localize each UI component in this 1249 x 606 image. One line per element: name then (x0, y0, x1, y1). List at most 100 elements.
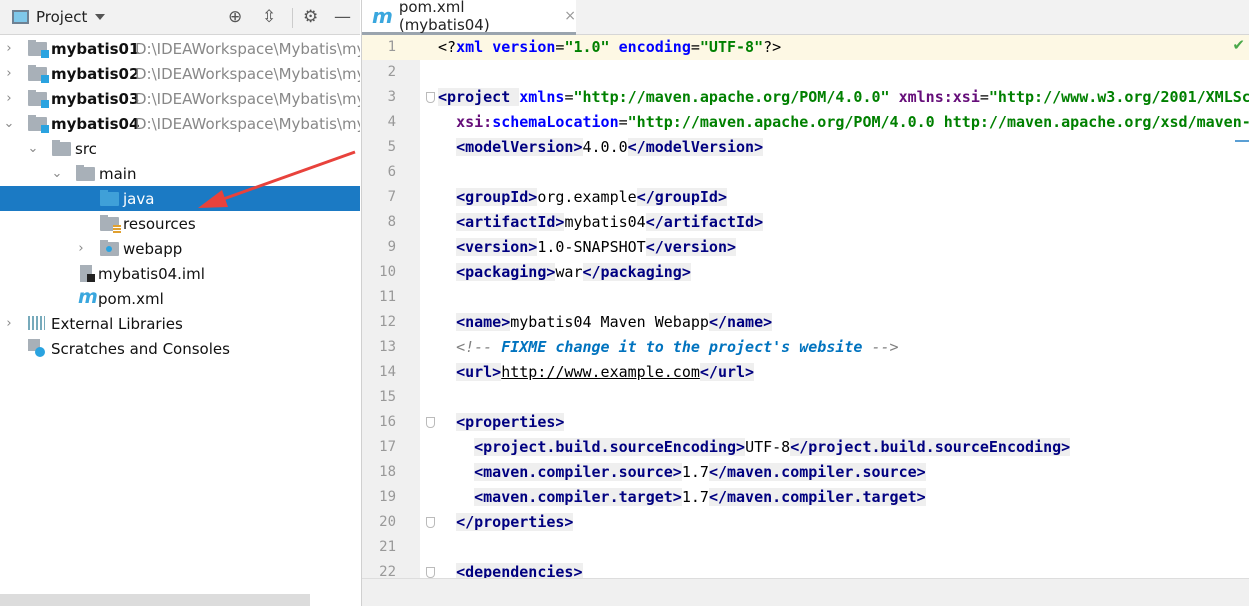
code-line[interactable]: 13 <!-- FIXME change it to the project's… (362, 335, 1249, 360)
token-str: "UTF-8" (699, 38, 764, 56)
close-tab-icon[interactable]: × (564, 8, 576, 24)
token-text: UTF-8 (745, 438, 791, 456)
tree-item-mybatis04[interactable]: ⌄ mybatis04 D:\IDEAWorkspace\Mybatis\my (0, 111, 360, 136)
line-number[interactable]: 8 (362, 210, 396, 235)
chevron-right-icon[interactable]: › (2, 316, 16, 331)
line-number[interactable]: 19 (362, 485, 396, 510)
line-number[interactable]: 13 (362, 335, 396, 360)
locate-icon[interactable]: ⊕ (228, 8, 242, 26)
line-number[interactable]: 17 (362, 435, 396, 460)
code-line[interactable]: 20 </properties> (362, 510, 1249, 535)
tree-item-external-libraries[interactable]: › External Libraries (0, 311, 360, 336)
project-view-selector[interactable]: Project (36, 8, 87, 26)
tree-item-webapp[interactable]: › webapp (0, 236, 360, 261)
line-number[interactable]: 4 (362, 110, 396, 135)
line-number[interactable]: 14 (362, 360, 396, 385)
token-tag: </modelVersion> (627, 138, 764, 156)
fold-marker-icon[interactable] (426, 417, 435, 428)
tree-item-path: D:\IDEAWorkspace\Mybatis\my (135, 64, 360, 83)
collapse-all-icon[interactable]: ⇳ (262, 8, 276, 26)
code-text: <modelVersion>4.0.0</modelVersion> (438, 135, 764, 160)
code-line[interactable]: 7 <groupId>org.example</groupId> (362, 185, 1249, 210)
code-line[interactable]: 2 (362, 60, 1249, 85)
code-line[interactable]: 21 (362, 535, 1249, 560)
chevron-down-icon[interactable]: ⌄ (2, 116, 16, 131)
token-tag: <project.build.sourceEncoding> (474, 438, 746, 456)
horizontal-scrollbar[interactable] (0, 594, 310, 606)
token-text: 1.7 (681, 463, 709, 481)
line-number[interactable]: 21 (362, 535, 396, 560)
code-line[interactable]: 14 <url>http://www.example.com</url> (362, 360, 1249, 385)
code-line[interactable]: 9 <version>1.0-SNAPSHOT</version> (362, 235, 1249, 260)
line-number[interactable]: 10 (362, 260, 396, 285)
code-text: <url>http://www.example.com</url> (438, 360, 755, 385)
code-line[interactable]: 18 <maven.compiler.source>1.7</maven.com… (362, 460, 1249, 485)
line-number[interactable]: 16 (362, 410, 396, 435)
code-line[interactable]: 15 (362, 385, 1249, 410)
tree-item-mybatis01[interactable]: › mybatis01 D:\IDEAWorkspace\Mybatis\my (0, 36, 360, 61)
line-number[interactable]: 7 (362, 185, 396, 210)
tree-item-scratches-and-consoles[interactable]: Scratches and Consoles (0, 336, 360, 361)
line-number[interactable]: 15 (362, 385, 396, 410)
line-number[interactable]: 12 (362, 310, 396, 335)
line-number[interactable]: 3 (362, 85, 396, 110)
code-line[interactable]: 19 <maven.compiler.target>1.7</maven.com… (362, 485, 1249, 510)
code-line[interactable]: 12 <name>mybatis04 Maven Webapp</name> (362, 310, 1249, 335)
code-line[interactable]: 11 (362, 285, 1249, 310)
line-number[interactable]: 22 (362, 560, 396, 578)
chevron-right-icon[interactable]: › (74, 241, 88, 256)
tree-item-main[interactable]: ⌄ main (0, 161, 360, 186)
chevron-down-icon[interactable]: ⌄ (50, 166, 64, 181)
code-line[interactable]: 17 <project.build.sourceEncoding>UTF-8</… (362, 435, 1249, 460)
tree-item-java[interactable]: java (0, 186, 360, 211)
chevron-right-icon[interactable]: › (2, 41, 16, 56)
token-tag: </groupId> (636, 188, 727, 206)
code-line[interactable]: 6 (362, 160, 1249, 185)
code-line[interactable]: 3 <project xmlns = "http://maven.apache.org… (362, 85, 1249, 110)
line-number[interactable]: 2 (362, 60, 396, 85)
chevron-down-icon[interactable]: ⌄ (26, 141, 40, 156)
tree-item-pom-xml[interactable]: m pom.xml (0, 286, 360, 311)
code-line[interactable]: 4 xsi:schemaLocation="http://maven.apach… (362, 110, 1249, 135)
minimize-icon[interactable]: — (334, 8, 351, 26)
code-line[interactable]: 1 <?xml version="1.0" encoding="UTF-8"?> (362, 35, 1249, 60)
chevron-down-icon[interactable] (95, 14, 106, 20)
tree-item-resources[interactable]: resources (0, 211, 360, 236)
code-line[interactable]: 8 <artifactId>mybatis04</artifactId> (362, 210, 1249, 235)
line-number[interactable]: 9 (362, 235, 396, 260)
fold-marker-icon[interactable] (426, 567, 435, 578)
tree-item-mybatis03[interactable]: › mybatis03 D:\IDEAWorkspace\Mybatis\my (0, 86, 360, 111)
gear-icon[interactable]: ⚙ (303, 8, 318, 26)
fold-marker-icon[interactable] (426, 92, 435, 103)
tree-item-src[interactable]: ⌄ src (0, 136, 360, 161)
no-problems-check-icon[interactable]: ✔ (1232, 36, 1245, 54)
fold-marker-icon[interactable] (426, 517, 435, 528)
code-editor[interactable]: 1 <?xml version="1.0" encoding="UTF-8"?> 2… (362, 35, 1249, 578)
tree-item-label: External Libraries (51, 314, 183, 333)
line-number[interactable]: 1 (362, 35, 396, 60)
tab-pom-xml[interactable]: m pom.xml (mybatis04) × (362, 0, 576, 35)
chevron-right-icon[interactable]: › (2, 66, 16, 81)
scroll-position-marker[interactable] (1235, 140, 1249, 142)
code-line[interactable]: 16 <properties> (362, 410, 1249, 435)
chevron-right-icon[interactable]: › (2, 91, 16, 106)
line-number[interactable]: 5 (362, 135, 396, 160)
tree-item-mybatis02[interactable]: › mybatis02 D:\IDEAWorkspace\Mybatis\my (0, 61, 360, 86)
line-number[interactable]: 6 (362, 160, 396, 185)
iml-file-icon (80, 265, 95, 282)
token-ns: xsi: (456, 113, 493, 131)
code-text: <!-- FIXME change it to the project's we… (438, 335, 899, 360)
code-line[interactable]: 22 <dependencies> (362, 560, 1249, 578)
line-number[interactable]: 20 (362, 510, 396, 535)
line-number[interactable]: 11 (362, 285, 396, 310)
code-line[interactable]: 10 <packaging>war</packaging> (362, 260, 1249, 285)
code-line[interactable]: 5 <modelVersion>4.0.0</modelVersion> (362, 135, 1249, 160)
tree-item-mybatis04-iml[interactable]: mybatis04.iml (0, 261, 360, 286)
line-number[interactable]: 18 (362, 460, 396, 485)
code-text: <packaging>war</packaging> (438, 260, 691, 285)
tree-item-label: mybatis01 (51, 39, 140, 58)
